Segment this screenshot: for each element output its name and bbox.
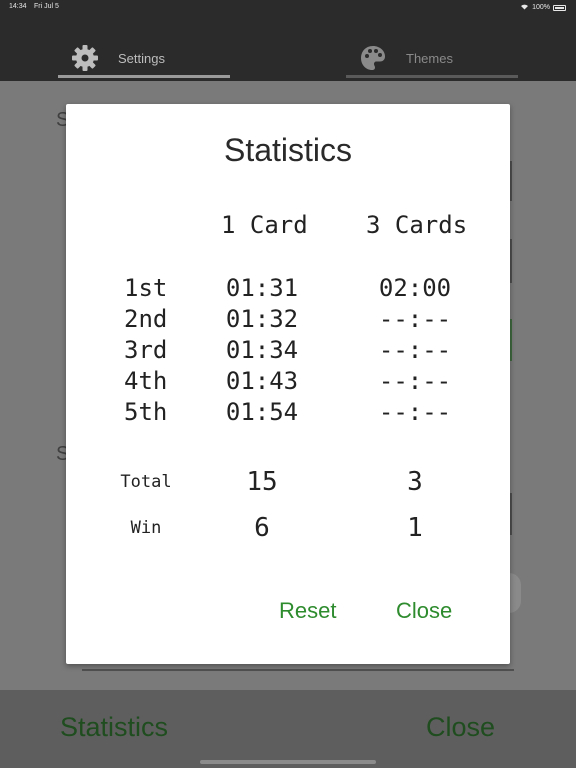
tab-bar: Settings Themes bbox=[0, 14, 576, 81]
win-3-cards: 1 bbox=[407, 513, 423, 543]
time-1-card: 01:32 bbox=[225, 305, 299, 333]
rank-label: 5th bbox=[124, 398, 168, 426]
status-right: 100% bbox=[520, 3, 566, 12]
setting-control-edge bbox=[509, 573, 521, 613]
gear-icon bbox=[70, 43, 100, 73]
time-3-cards: --:-- bbox=[378, 305, 452, 333]
dialog-close-button[interactable]: Close bbox=[396, 598, 452, 624]
tab-settings[interactable]: Settings bbox=[58, 40, 230, 78]
home-indicator bbox=[200, 760, 376, 764]
divider bbox=[82, 669, 514, 671]
tab-themes-label: Themes bbox=[406, 50, 453, 66]
tab-settings-indicator bbox=[58, 75, 230, 78]
total-3-cards: 3 bbox=[407, 467, 423, 497]
bottom-bar: Statistics Close bbox=[0, 690, 576, 768]
statistics-button[interactable]: Statistics bbox=[60, 712, 168, 743]
time-1-card: 01:43 bbox=[225, 367, 299, 395]
column-header-1-card: 1 Card bbox=[221, 211, 308, 239]
status-time: 14:34 bbox=[9, 3, 27, 10]
rank-label: 4th bbox=[124, 367, 168, 395]
time-3-cards: --:-- bbox=[378, 398, 452, 426]
status-date: Fri Jul 5 bbox=[34, 3, 59, 10]
time-1-card: 01:54 bbox=[225, 398, 299, 426]
time-3-cards: --:-- bbox=[378, 367, 452, 395]
rank-label: 2nd bbox=[124, 305, 168, 333]
statistics-dialog: Statistics 1 Card 3 Cards 1st 01:31 02:0… bbox=[66, 104, 510, 664]
time-3-cards: 02:00 bbox=[378, 274, 452, 302]
total-label: Total bbox=[120, 472, 172, 492]
win-label: Win bbox=[130, 518, 162, 538]
total-1-card: 15 bbox=[246, 467, 278, 497]
battery-percent: 100% bbox=[532, 4, 550, 11]
status-bar: 14:34 Fri Jul 5 100% bbox=[0, 0, 576, 14]
wifi-icon bbox=[520, 3, 529, 12]
tab-themes-indicator bbox=[346, 75, 518, 78]
reset-button[interactable]: Reset bbox=[279, 598, 336, 624]
rank-label: 3rd bbox=[124, 336, 168, 364]
rank-label: 1st bbox=[124, 274, 168, 302]
dialog-title: Statistics bbox=[223, 132, 353, 168]
column-header-3-cards: 3 Cards bbox=[366, 211, 468, 239]
palette-icon bbox=[358, 43, 388, 73]
tab-settings-label: Settings bbox=[118, 50, 165, 66]
win-1-card: 6 bbox=[254, 513, 270, 543]
time-1-card: 01:31 bbox=[225, 274, 299, 302]
tab-themes[interactable]: Themes bbox=[346, 40, 518, 78]
battery-icon bbox=[553, 4, 566, 11]
time-3-cards: --:-- bbox=[378, 336, 452, 364]
time-1-card: 01:34 bbox=[225, 336, 299, 364]
close-button[interactable]: Close bbox=[426, 712, 495, 743]
